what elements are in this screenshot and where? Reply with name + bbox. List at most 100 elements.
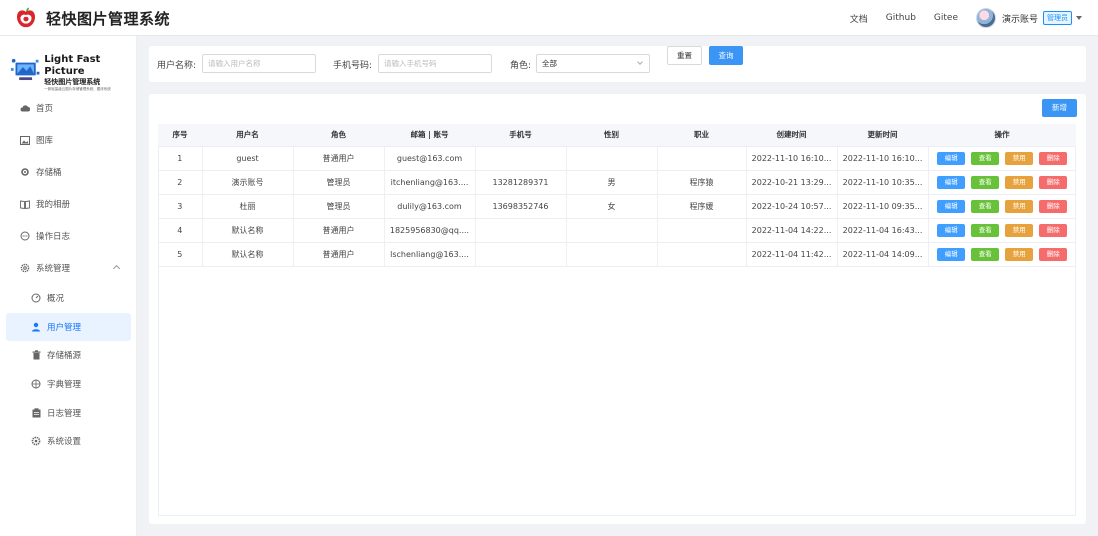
- view-button[interactable]: 查看: [971, 199, 1000, 213]
- sidebar-item-home[interactable]: 首页: [0, 94, 137, 122]
- github-link[interactable]: Github: [886, 13, 916, 23]
- trash-icon: [31, 350, 41, 360]
- phone-cell: 13698352746: [475, 194, 567, 219]
- updated-at-cell: 2022-11-10 16:10...: [837, 146, 929, 171]
- sidebar-item-buckets[interactable]: 存储桶: [0, 158, 137, 186]
- phone-cell: [475, 218, 567, 243]
- delete-button[interactable]: 删除: [1039, 151, 1068, 165]
- role-select[interactable]: 全部: [536, 54, 650, 73]
- gender-cell: [566, 146, 658, 171]
- gitee-link[interactable]: Gitee: [934, 13, 958, 23]
- delete-button[interactable]: 删除: [1039, 247, 1068, 261]
- phone-label: 手机号码:: [333, 61, 373, 71]
- gender-cell: [566, 242, 658, 267]
- edit-button[interactable]: 编辑: [937, 247, 966, 261]
- role-badge: 管理员: [1043, 11, 1072, 25]
- top-header: 轻快图片管理系统 文档 Github Gitee 演示账号 管理员: [0, 0, 1098, 36]
- column-header: 邮箱 | 账号: [384, 124, 475, 147]
- docs-link[interactable]: 文档: [850, 12, 868, 25]
- disable-button[interactable]: 禁用: [1005, 151, 1034, 165]
- top-links: 文档 Github Gitee 演示账号 管理员: [832, 0, 1082, 36]
- sidebar-item-label: 用户管理: [47, 323, 82, 333]
- phone-cell: 13281289371: [475, 170, 567, 195]
- sidebar-item-dictionary[interactable]: 字典管理: [0, 370, 137, 398]
- delete-button[interactable]: 删除: [1039, 175, 1068, 189]
- add-user-button[interactable]: 新增: [1042, 99, 1077, 117]
- user-name: 演示账号: [1001, 14, 1038, 25]
- table-header-row: 序号 用户名 角色 邮箱 | 账号 手机号 性别 职业 创建时间 更新时间 操作: [158, 124, 1076, 147]
- row-index: 4: [158, 218, 203, 243]
- email-cell: lschenliang@163....: [384, 242, 476, 267]
- sidebar-item-label: 首页: [36, 104, 54, 114]
- role-cell: 普通用户: [293, 218, 385, 243]
- column-header: 序号: [158, 124, 202, 147]
- album-icon: [20, 199, 30, 209]
- occupation-cell: 程序猿: [657, 170, 747, 195]
- sidebar-item-overview[interactable]: 概况: [0, 284, 137, 312]
- username-cell: 默认名称: [202, 218, 294, 243]
- sidebar-item-gallery[interactable]: 图库: [0, 126, 137, 154]
- disable-button[interactable]: 禁用: [1005, 199, 1034, 213]
- updated-at-cell: 2022-11-04 14:09...: [837, 242, 929, 267]
- query-button[interactable]: 查询: [709, 46, 743, 65]
- sidebar-item-system-settings[interactable]: 系统设置: [0, 427, 137, 455]
- brand[interactable]: 轻快图片管理系统: [14, 6, 170, 30]
- avatar[interactable]: [975, 8, 996, 28]
- search-panel: 用户名称: 请输入用户名称 手机号码: 请输入手机号码 角色: 全部 重置 查询: [149, 46, 1086, 82]
- edit-button[interactable]: 编辑: [937, 199, 966, 213]
- app-title: 轻快图片管理系统: [46, 9, 171, 28]
- role-cell: 管理员: [293, 194, 385, 219]
- sidebar-item-storage-sources[interactable]: 存储桶源: [0, 341, 137, 369]
- view-button[interactable]: 查看: [971, 175, 1000, 189]
- settings-icon: [20, 263, 30, 273]
- sidebar-item-label: 概况: [47, 294, 65, 304]
- actions-cell: 编辑 查看 禁用 删除: [928, 218, 1076, 243]
- updated-at-cell: 2022-11-10 09:35...: [837, 194, 929, 219]
- view-button[interactable]: 查看: [971, 247, 1000, 261]
- chevron-up-icon[interactable]: [112, 264, 121, 273]
- dashboard-icon: [31, 293, 41, 303]
- actions-cell: 编辑 查看 禁用 删除: [928, 242, 1076, 267]
- edit-button[interactable]: 编辑: [937, 151, 966, 165]
- sidebar-item-log-management[interactable]: 日志管理: [0, 399, 137, 427]
- caret-down-icon[interactable]: [1076, 16, 1082, 20]
- occupation-cell: [657, 218, 747, 243]
- disable-button[interactable]: 禁用: [1005, 247, 1034, 261]
- user-table: 序号 用户名 角色 邮箱 | 账号 手机号 性别 职业 创建时间 更新时间 操作…: [158, 124, 1076, 267]
- column-header: 操作: [928, 124, 1076, 147]
- row-actions: 编辑 查看 禁用 删除: [933, 175, 1073, 189]
- username-cell: 默认名称: [202, 242, 294, 267]
- table-row: 3 杜丽 管理员 dulily@163.com 13698352746 女程序媛 2022-…: [158, 194, 1076, 219]
- apple-logo-icon: [17, 7, 35, 28]
- sidebar-item-operation-logs[interactable]: 操作日志: [0, 222, 137, 250]
- delete-button[interactable]: 删除: [1039, 199, 1068, 213]
- view-button[interactable]: 查看: [971, 223, 1000, 237]
- user-menu[interactable]: 演示账号 管理员: [975, 8, 1082, 28]
- occupation-cell: [657, 146, 747, 171]
- sidebar-item-user-management[interactable]: 用户管理: [6, 313, 131, 341]
- row-actions: 编辑 查看 禁用 删除: [933, 199, 1073, 213]
- phone-input[interactable]: 请输入手机号码: [378, 54, 492, 73]
- disable-button[interactable]: 禁用: [1005, 223, 1034, 237]
- row-actions: 编辑 查看 禁用 删除: [933, 151, 1073, 165]
- row-index: 1: [158, 146, 203, 171]
- username-cell: 演示账号: [202, 170, 294, 195]
- column-header: 职业: [657, 124, 746, 147]
- delete-button[interactable]: 删除: [1039, 223, 1068, 237]
- role-cell: 管理员: [293, 170, 385, 195]
- sidebar-item-system-management[interactable]: 系统管理: [0, 254, 137, 282]
- username-input[interactable]: 请输入用户名称: [202, 54, 316, 73]
- sidebar-item-albums[interactable]: 我的相册: [0, 190, 137, 218]
- table-row: 2 演示账号 管理员 itchenliang@163.... 13281289371 男程…: [158, 170, 1076, 195]
- phone-cell: [475, 146, 567, 171]
- image-icon: [20, 135, 30, 145]
- disable-button[interactable]: 禁用: [1005, 175, 1034, 189]
- gender-cell: [566, 218, 658, 243]
- cloud-icon: [20, 103, 30, 113]
- column-header: 角色: [293, 124, 384, 147]
- column-header: 更新时间: [837, 124, 928, 147]
- reset-button[interactable]: 重置: [667, 46, 702, 65]
- view-button[interactable]: 查看: [971, 151, 1000, 165]
- edit-button[interactable]: 编辑: [937, 223, 966, 237]
- edit-button[interactable]: 编辑: [937, 175, 966, 189]
